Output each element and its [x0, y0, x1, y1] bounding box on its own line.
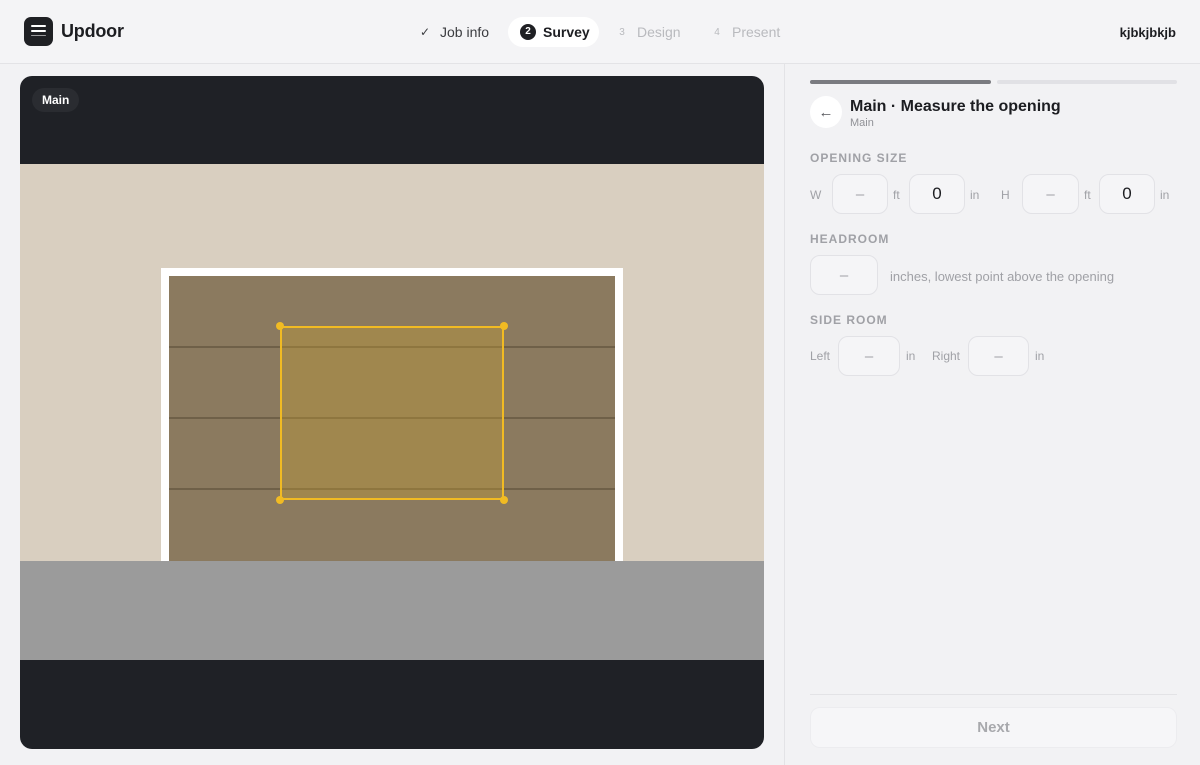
step-number: 3	[619, 26, 625, 38]
measure-panel: ← Main · Measure the opening Main OPENIN…	[784, 64, 1200, 765]
corner-handle-bottom-right[interactable]	[500, 496, 508, 504]
arrow-left-icon: ←	[818, 103, 834, 121]
progress-segment-done	[810, 80, 991, 84]
corner-handle-top-right[interactable]	[500, 322, 508, 330]
measurement-box[interactable]	[280, 326, 504, 500]
step-label: Present	[732, 24, 781, 40]
progress-bar	[810, 80, 1177, 84]
user-name[interactable]: kjbkjbkjb	[1120, 25, 1176, 40]
photo-viewer[interactable]: Main	[20, 76, 764, 749]
section-label-side-room: SIDE ROOM	[810, 313, 888, 327]
step-survey[interactable]: 2 Survey	[508, 17, 599, 47]
top-bar: Updoor ✓ Job info 2 Survey 3 Design 4 Pr…	[0, 0, 1200, 64]
step-number: 4	[714, 26, 720, 38]
back-button[interactable]: ←	[810, 96, 842, 128]
unit-in: in	[1035, 349, 1045, 363]
unit-in: in	[1160, 188, 1170, 202]
driveway	[20, 561, 764, 660]
right-label: Right	[932, 349, 961, 363]
divider	[810, 694, 1177, 695]
step-label: Job info	[440, 24, 490, 40]
view-tag: Main	[32, 88, 80, 112]
height-in-input[interactable]: 0	[1099, 174, 1155, 214]
headroom-input[interactable]: –	[810, 255, 878, 295]
width-ft-input[interactable]: –	[832, 174, 888, 214]
logo-icon	[24, 17, 53, 46]
section-label-headroom: HEADROOM	[810, 232, 890, 246]
section-label-opening-size: OPENING SIZE	[810, 151, 908, 165]
side-left-input[interactable]: –	[838, 336, 900, 376]
width-in-input[interactable]: 0	[909, 174, 965, 214]
left-label: Left	[810, 349, 831, 363]
unit-in: in	[906, 349, 916, 363]
panel-subtitle: Main	[850, 117, 874, 129]
step-label: Design	[637, 24, 681, 40]
unit-in: in	[970, 188, 980, 202]
next-button[interactable]: Next	[810, 707, 1177, 748]
corner-handle-bottom-left[interactable]	[276, 496, 284, 504]
progress-segment-todo	[997, 80, 1177, 84]
unit-ft: ft	[893, 188, 900, 202]
height-ft-input[interactable]: –	[1022, 174, 1079, 214]
side-right-input[interactable]: –	[968, 336, 1029, 376]
headroom-hint: inches, lowest point above the opening	[890, 269, 1115, 284]
width-label: W	[810, 188, 822, 202]
step-design[interactable]: 3 Design	[615, 17, 681, 47]
panel-title: Main · Measure the opening	[850, 98, 1061, 115]
step-number-badge: 2	[520, 24, 536, 40]
step-present[interactable]: 4 Present	[710, 17, 780, 47]
step-label: Survey	[543, 24, 590, 40]
check-icon: ✓	[419, 25, 431, 39]
step-job-info[interactable]: ✓ Job info	[418, 17, 489, 47]
height-label: H	[1001, 188, 1010, 202]
corner-handle-top-left[interactable]	[276, 322, 284, 330]
app-name: Updoor	[61, 21, 124, 41]
unit-ft: ft	[1084, 188, 1091, 202]
